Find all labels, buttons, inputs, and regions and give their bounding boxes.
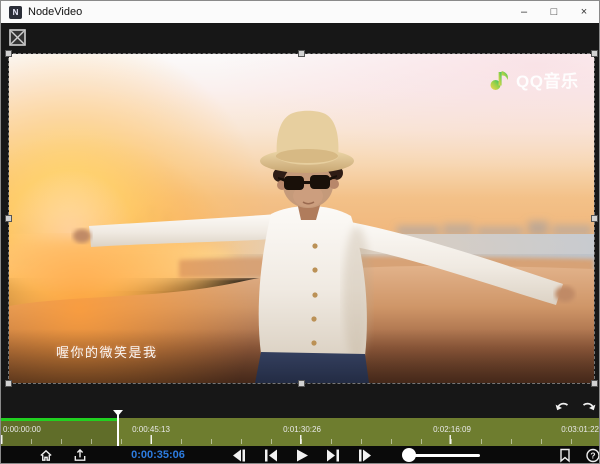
undo-icon[interactable] [554,398,570,414]
shirt-button [311,340,316,345]
timeline-progress-bar [1,418,118,421]
shirt-button [312,267,317,272]
watermark: QQ音乐 [487,67,578,92]
title-bar: N NodeVideo – □ × [1,1,599,23]
playhead[interactable] [117,411,119,446]
video-subtitle: 喔你的微笑是我 [56,342,158,361]
previous-frame-button[interactable] [232,448,247,463]
app-logo-icon: N [9,6,22,19]
selection-handle[interactable] [5,215,12,222]
close-button[interactable]: × [569,1,599,23]
timeline-scrubber[interactable]: 0:00:00:00 0:00:45:13 0:01:30:26 0:02:16… [1,418,600,446]
slider-track[interactable] [410,454,480,457]
playback-slider[interactable] [400,448,484,463]
selection-handle[interactable] [591,50,598,57]
timeline-timestamp: 0:00:00:00 [3,425,41,434]
shirt-button [312,243,317,248]
next-frame-button[interactable] [358,448,373,463]
shirt-shading [343,226,371,362]
shirt-button [311,316,316,321]
maximize-button[interactable]: □ [539,1,569,23]
watermark-text: QQ音乐 [516,67,578,92]
selection-handle[interactable] [298,50,305,57]
music-note-icon [487,67,512,92]
skip-to-end-button[interactable] [326,448,341,463]
selection-handle[interactable] [591,380,598,387]
timeline-major-ticks [1,435,598,444]
slider-knob[interactable] [402,448,416,462]
video-preview[interactable]: QQ音乐 喔你的微笑是我 [9,54,594,383]
right-hand [555,286,575,302]
window-controls: – □ × [509,1,599,23]
minimize-button[interactable]: – [509,1,539,23]
skip-to-start-button[interactable] [264,448,279,463]
transport-bar: 0:00:35:06 [1,446,600,464]
help-button[interactable]: ? [585,448,600,463]
export-button[interactable] [72,448,88,463]
jeans [255,352,369,383]
left-hand [73,229,91,243]
timeline-timestamp: 0:00:45:13 [132,425,170,434]
bookmark-button[interactable] [557,448,573,463]
hat-band [276,149,338,163]
selection-handle[interactable] [5,380,12,387]
app-window: N NodeVideo – □ × [0,0,600,464]
timeline-timestamp: 0:03:01:22 [561,425,599,434]
timeline-timestamp: 0:02:16:09 [433,425,471,434]
window-title: NodeVideo [28,6,82,18]
selection-handle[interactable] [591,215,598,222]
home-button[interactable] [38,448,54,463]
timeline-timestamp: 0:01:30:26 [283,425,321,434]
play-button[interactable] [295,448,310,463]
selection-handle[interactable] [5,50,12,57]
boxed-x-icon[interactable] [9,29,26,46]
selection-handle[interactable] [298,380,305,387]
redo-icon[interactable] [581,398,597,414]
editor-stage: QQ音乐 喔你的微笑是我 [1,23,599,464]
svg-text:?: ? [590,451,595,461]
shirt-button [312,292,317,297]
video-scene [9,54,594,383]
current-time: 0:00:35:06 [131,449,185,461]
ear [329,179,339,189]
